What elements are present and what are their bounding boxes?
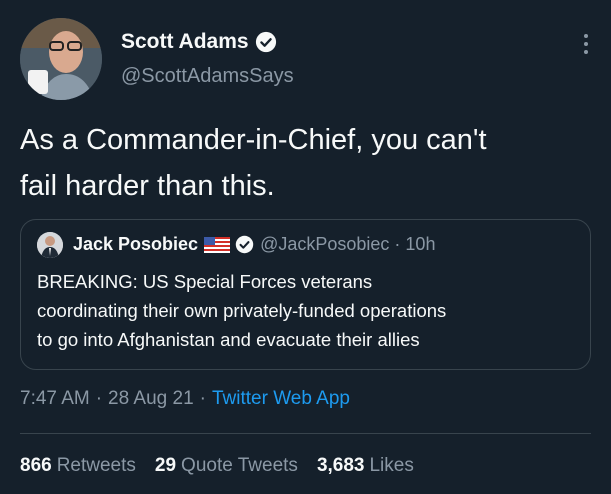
quoted-separator: ·	[394, 234, 401, 254]
author-avatar[interactable]	[20, 18, 102, 100]
tweet-time[interactable]: 7:47 AM	[20, 388, 90, 409]
likes-count: 3,683	[316, 455, 365, 476]
quote-tweets-label: Quote Tweets	[181, 455, 298, 476]
author-display-name[interactable]: Scott Adams	[121, 30, 249, 54]
quote-tweets-stat[interactable]: 29 Quote Tweets	[155, 455, 298, 477]
divider	[20, 433, 591, 434]
meta-separator: ·	[95, 388, 103, 409]
retweets-count: 866	[20, 455, 52, 476]
tweet-text: As a Commander-in-Chief, you can't fail …	[20, 124, 487, 202]
quoted-author-name: Jack Posobiec	[73, 234, 199, 254]
quoted-verified-badge-icon	[235, 235, 254, 254]
tweet-card: Scott Adams @ScottAdamsSays As a Command…	[0, 0, 611, 494]
quoted-author-handle: @JackPosobiec	[260, 234, 390, 254]
author-handle[interactable]: @ScottAdamsSays	[121, 65, 294, 88]
quoted-tweet-header: Jack Posobiec @JackPosobiec · 10h	[73, 234, 435, 255]
quoted-author-avatar	[37, 232, 63, 258]
author-name-row[interactable]: Scott Adams	[121, 30, 277, 54]
us-flag-icon	[204, 236, 231, 253]
tweet-meta: 7:47 AM · 28 Aug 21 · Twitter Web App	[20, 388, 350, 410]
engagement-stats: 866 Retweets 29 Quote Tweets 3,683 Likes	[20, 455, 433, 477]
retweets-stat[interactable]: 866 Retweets	[20, 455, 136, 477]
meta-separator-2: ·	[199, 388, 206, 409]
quoted-tweet-text: BREAKING: US Special Forces veterans coo…	[37, 271, 447, 350]
verified-badge-icon	[255, 31, 277, 53]
tweet-date[interactable]: 28 Aug 21	[108, 388, 194, 409]
quote-tweets-count: 29	[154, 455, 177, 476]
quoted-timestamp: 10h	[405, 234, 436, 254]
more-options-icon[interactable]	[583, 34, 589, 56]
avatar-photo	[20, 18, 102, 100]
likes-stat[interactable]: 3,683 Likes	[317, 455, 414, 477]
quoted-tweet[interactable]: Jack Posobiec @JackPosobiec · 10h BREAKI…	[20, 219, 591, 370]
likes-label: Likes	[369, 455, 414, 476]
retweets-label: Retweets	[56, 455, 136, 476]
tweet-source-link[interactable]: Twitter Web App	[212, 388, 350, 409]
